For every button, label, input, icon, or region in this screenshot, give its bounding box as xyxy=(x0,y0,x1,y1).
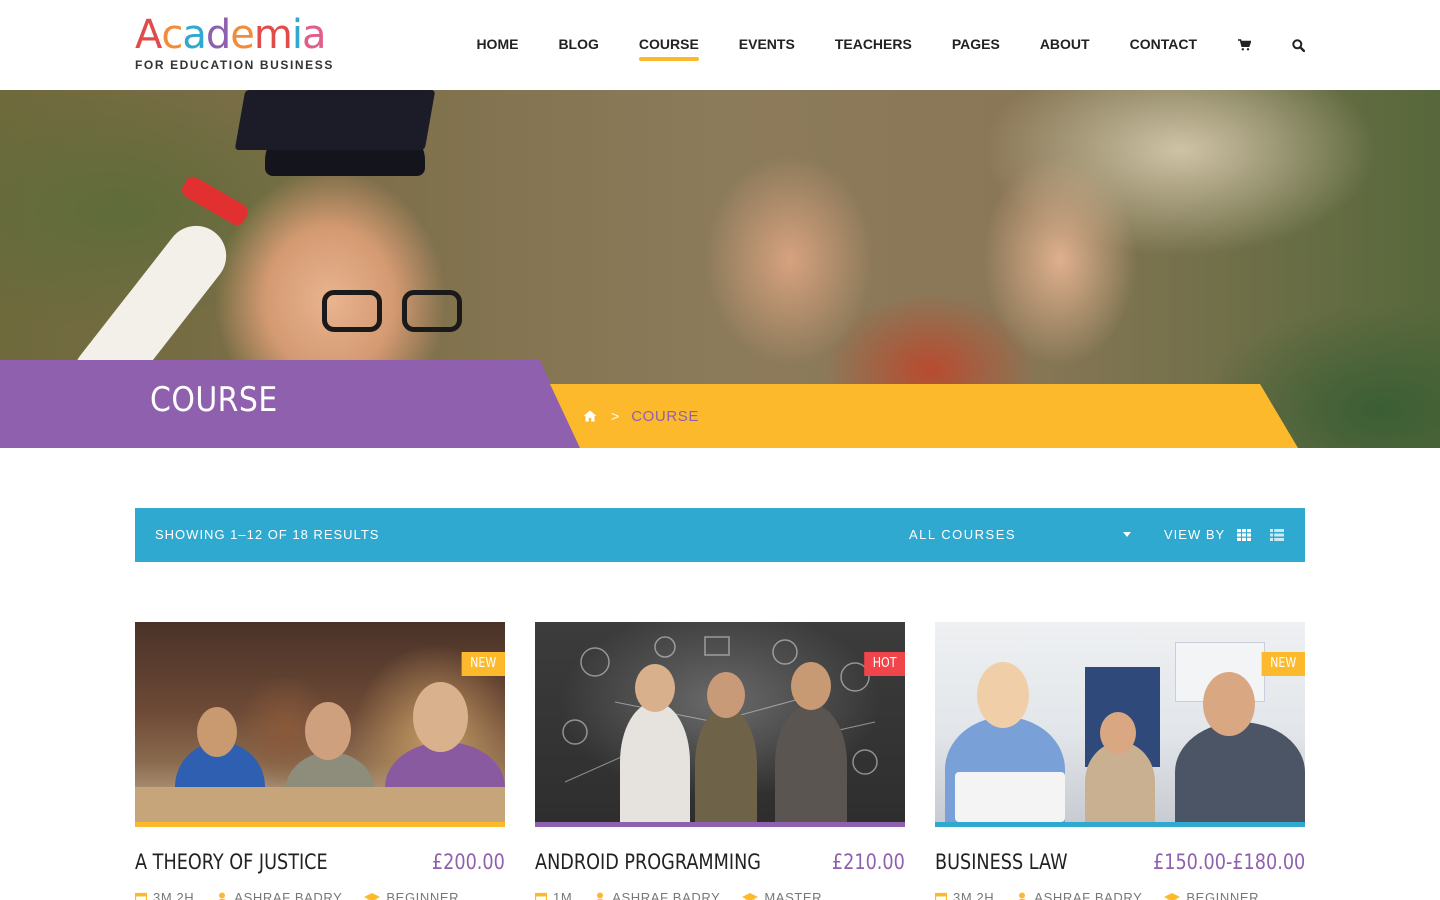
course-card[interactable]: HOT ANDROID PROGRAMMING £210.00 1M ASHRA… xyxy=(535,622,905,900)
course-card[interactable]: NEW A THEORY OF JUSTICE £200.00 3M 2H AS… xyxy=(135,622,505,900)
grid-view-icon[interactable] xyxy=(1237,528,1251,541)
glasses-image xyxy=(322,290,382,332)
course-teacher-name: ASHRAF BADRY xyxy=(612,890,721,900)
logo-letter: A xyxy=(135,12,162,58)
course-duration-text: 3M 2H xyxy=(153,890,195,900)
course-meta: 3M 2H ASHRAF BADRY BEGINNER xyxy=(135,890,481,900)
course-title[interactable]: A THEORY OF JUSTICE xyxy=(135,850,328,874)
course-meta: 1M ASHRAF BADRY MASTER xyxy=(535,890,844,900)
course-duration-text: 3M 2H xyxy=(953,890,995,900)
home-icon[interactable] xyxy=(583,409,597,423)
course-price: £150.00-£180.00 xyxy=(1152,850,1305,874)
search-icon[interactable] xyxy=(1291,38,1305,52)
calendar-icon xyxy=(135,892,147,900)
results-count: SHOWING 1–12 OF 18 RESULTS xyxy=(155,527,380,542)
nav-about[interactable]: ABOUT xyxy=(1040,0,1090,90)
course-color-bar xyxy=(535,822,905,827)
logo-letter: a xyxy=(182,12,206,58)
calendar-icon xyxy=(535,892,547,900)
diploma-ribbon-image xyxy=(179,173,251,229)
logo-letter: e xyxy=(230,12,255,58)
breadcrumb-separator: > xyxy=(611,408,620,424)
course-duration-text: 1M xyxy=(553,890,573,900)
course-title[interactable]: ANDROID PROGRAMMING xyxy=(535,850,761,874)
classroom-scene xyxy=(935,622,1305,822)
course-level: BEGINNER xyxy=(1164,890,1259,900)
nav-blog[interactable]: BLOG xyxy=(558,0,598,90)
graduation-cap-icon xyxy=(364,892,381,900)
lecture-scene xyxy=(135,622,505,822)
page-title-band xyxy=(0,360,580,448)
course-teacher-name: ASHRAF BADRY xyxy=(234,890,343,900)
course-level: MASTER xyxy=(742,890,822,900)
course-filter-value: ALL COURSES xyxy=(909,527,1017,542)
course-meta: 3M 2H ASHRAF BADRY BEGINNER xyxy=(935,890,1281,900)
cart-icon[interactable] xyxy=(1237,38,1251,52)
course-duration: 3M 2H xyxy=(135,890,194,900)
nav-teachers[interactable]: TEACHERS xyxy=(835,0,912,90)
nav-pages[interactable]: PAGES xyxy=(952,0,1000,90)
course-badge: HOT xyxy=(864,652,905,676)
user-icon xyxy=(1016,892,1028,900)
logo-tagline: FOR EDUCATION BUSINESS xyxy=(135,58,334,72)
course-teacher-name: ASHRAF BADRY xyxy=(1034,890,1143,900)
course-color-bar xyxy=(135,822,505,827)
course-level: BEGINNER xyxy=(364,890,459,900)
nav-home[interactable]: HOME xyxy=(476,0,518,90)
course-price: £200.00 xyxy=(432,850,505,874)
graduation-cap-icon xyxy=(742,892,759,900)
course-teacher[interactable]: ASHRAF BADRY xyxy=(594,890,720,900)
logo-letter: m xyxy=(253,12,293,58)
course-badge: NEW xyxy=(1261,652,1305,676)
nav-contact[interactable]: CONTACT xyxy=(1130,0,1197,90)
course-teacher[interactable]: ASHRAF BADRY xyxy=(216,890,342,900)
view-by-label: VIEW BY xyxy=(1164,527,1226,542)
graduation-cap-board-image xyxy=(234,90,436,150)
main-nav: HOME BLOG COURSE EVENTS TEACHERS PAGES A… xyxy=(436,0,1305,90)
course-filter-select[interactable]: ALL COURSES xyxy=(909,508,1131,562)
course-image-lecture-hall[interactable] xyxy=(135,622,505,822)
logo-letter: c xyxy=(161,12,183,58)
course-price: £210.00 xyxy=(832,850,905,874)
logo-letter: a xyxy=(301,12,326,58)
course-teacher[interactable]: ASHRAF BADRY xyxy=(1016,890,1142,900)
course-card[interactable]: NEW BUSINESS LAW £150.00-£180.00 3M 2H A… xyxy=(935,622,1305,900)
logo-letter: d xyxy=(205,12,231,58)
course-toolbar: SHOWING 1–12 OF 18 RESULTS ALL COURSES V… xyxy=(135,508,1305,562)
user-icon xyxy=(216,892,228,900)
logo-wordmark: Academia xyxy=(135,14,335,56)
course-badge: NEW xyxy=(461,652,505,676)
course-level-text: BEGINNER xyxy=(1186,890,1260,900)
logo-letter: i xyxy=(291,12,303,58)
nav-course[interactable]: COURSE xyxy=(638,0,699,90)
course-image-computer-class[interactable] xyxy=(935,622,1305,822)
course-duration: 1M xyxy=(535,890,572,900)
course-title[interactable]: BUSINESS LAW xyxy=(935,850,1068,874)
course-level-text: MASTER xyxy=(764,890,823,900)
nav-events[interactable]: EVENTS xyxy=(739,0,795,90)
course-color-bar xyxy=(935,822,1305,827)
breadcrumb: > COURSE xyxy=(583,406,699,426)
graduation-cap-icon xyxy=(1164,892,1181,900)
caret-down-icon xyxy=(1123,532,1131,537)
list-view-icon[interactable] xyxy=(1270,528,1284,541)
page-title: COURSE xyxy=(150,380,278,420)
site-header: Academia FOR EDUCATION BUSINESS HOME BLO… xyxy=(0,0,1440,90)
course-level-text: BEGINNER xyxy=(386,890,460,900)
course-image-smartphone-students[interactable] xyxy=(535,622,905,822)
chalkboard-scene xyxy=(535,622,905,822)
user-icon xyxy=(594,892,606,900)
academia-logo[interactable]: Academia FOR EDUCATION BUSINESS xyxy=(135,14,335,74)
glasses-image xyxy=(402,290,462,332)
calendar-icon xyxy=(935,892,947,900)
course-duration: 3M 2H xyxy=(935,890,994,900)
breadcrumb-current: COURSE xyxy=(631,407,699,425)
